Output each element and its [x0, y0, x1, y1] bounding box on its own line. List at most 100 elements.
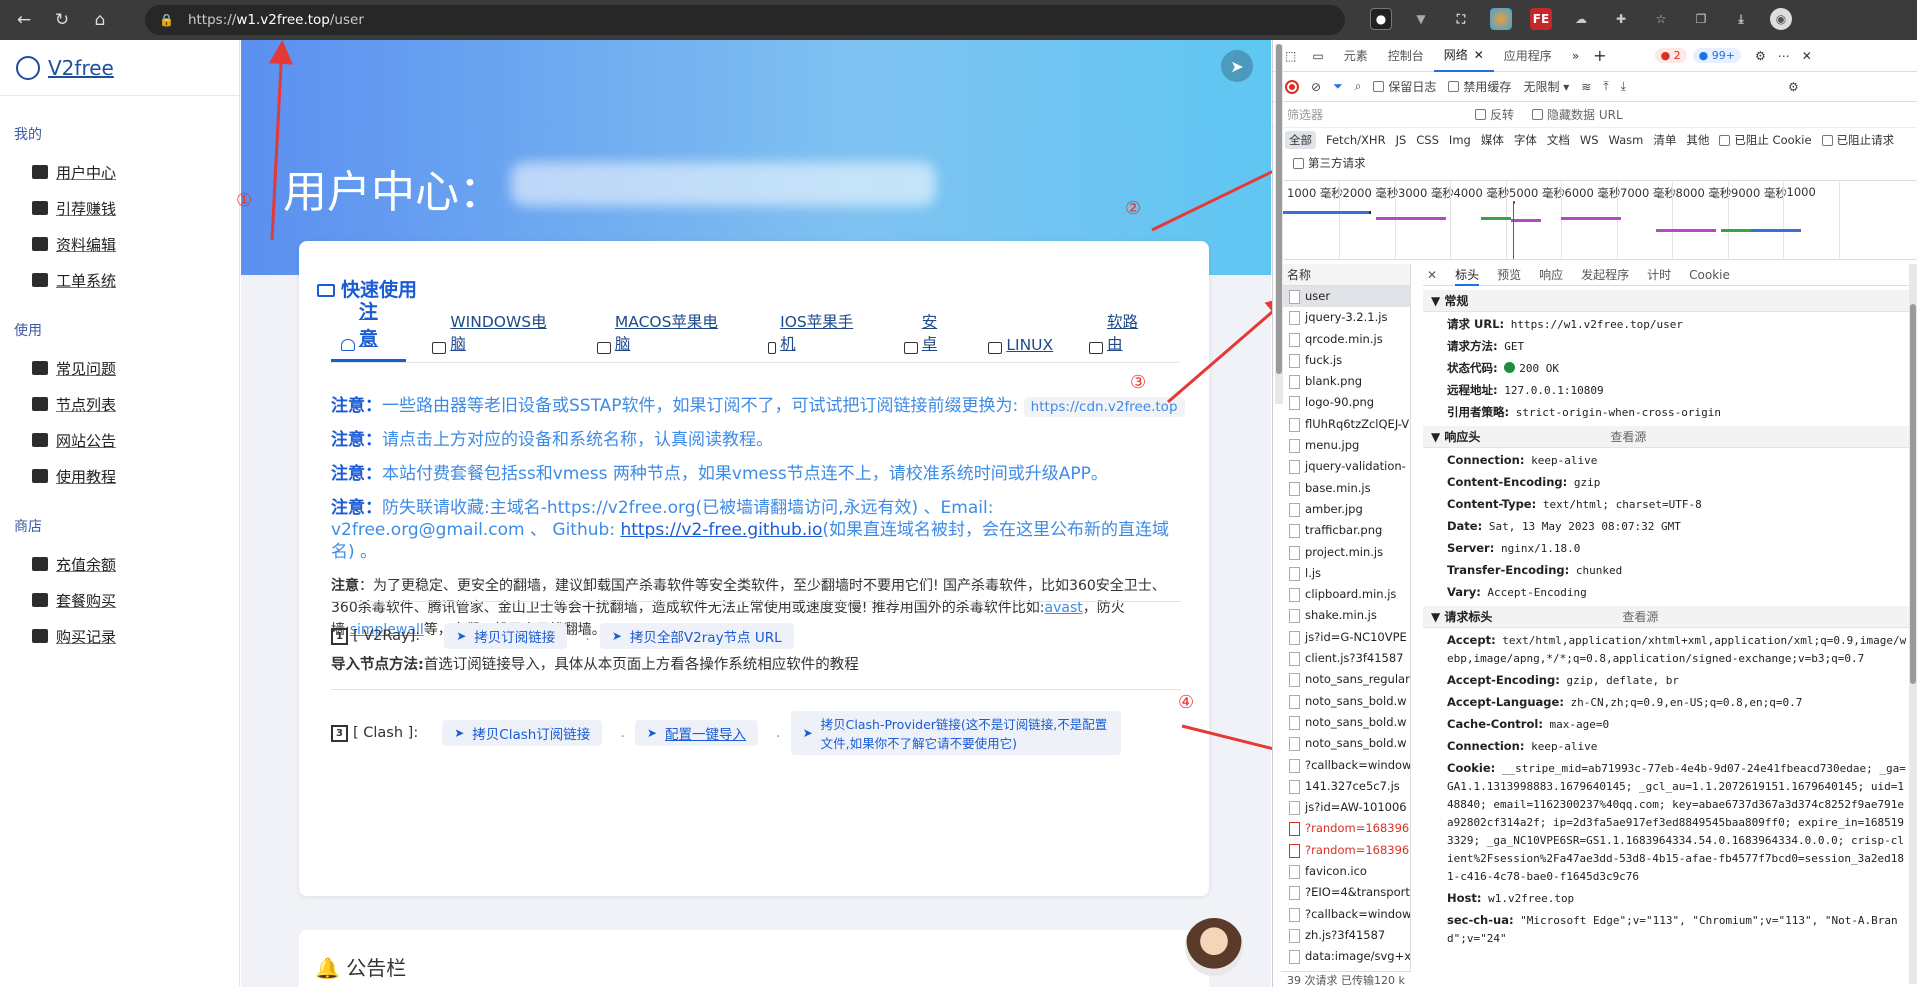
header-key: Accept-Encoding: — [1447, 673, 1560, 687]
request-row[interactable]: logo-90.png — [1281, 392, 1410, 413]
request-row[interactable]: noto_sans_bold.w — [1281, 712, 1410, 733]
request-list: 名称 user jquery-3.2.1.js qrcode.min.js fuck.… — [1281, 264, 1411, 987]
record-icon[interactable] — [1285, 79, 1299, 94]
message-badge[interactable]: ● 99+ — [1692, 48, 1741, 63]
request-row[interactable]: 141.327ce5c7.js — [1281, 776, 1410, 797]
invert-checkbox[interactable]: 反转 — [1475, 106, 1514, 123]
request-row[interactable]: shake.min.js — [1281, 605, 1410, 626]
request-row[interactable]: jquery-3.2.1.js — [1281, 307, 1410, 328]
filter-input[interactable]: 筛选器 — [1287, 106, 1457, 123]
wifi-icon[interactable]: ≋ — [1581, 80, 1591, 94]
more-icon[interactable]: ⋯ — [1778, 49, 1790, 63]
response-headers-section[interactable]: ▼ 响应头 查看源 — [1423, 426, 1917, 448]
type-img[interactable]: Img — [1449, 133, 1471, 147]
more-tabs-icon[interactable]: » — [1572, 49, 1579, 63]
error-badge[interactable]: ● 2 — [1654, 48, 1687, 63]
search-icon[interactable]: ⌕ — [1355, 79, 1362, 94]
close-icon[interactable]: ✕ — [1802, 49, 1812, 63]
header-key: Server: — [1447, 541, 1495, 555]
type-doc[interactable]: 文档 — [1547, 132, 1570, 148]
type-ws[interactable]: WS — [1580, 133, 1599, 147]
settings-icon[interactable]: ⚙ — [1788, 80, 1799, 94]
name-column-header[interactable]: 名称 — [1281, 264, 1410, 286]
plus-icon[interactable]: + — [1593, 46, 1606, 65]
throttle-select[interactable]: 无限制 ▾ — [1523, 78, 1569, 95]
request-row[interactable]: blank.png — [1281, 371, 1410, 392]
third-party-checkbox[interactable]: 第三方请求 — [1293, 155, 1366, 171]
type-manifest[interactable]: 清单 — [1653, 132, 1676, 148]
request-row[interactable]: client.js?3f41587 — [1281, 648, 1410, 669]
blocked-requests-checkbox[interactable]: 已阻止请求 — [1821, 132, 1894, 148]
request-row[interactable]: jquery-validation- — [1281, 456, 1410, 477]
download-icon[interactable]: ⤓ — [1621, 79, 1626, 94]
network-timeline[interactable]: 1000 毫秒 2000 毫秒 3000 毫秒 4000 毫秒 5000 毫秒 6000 … — [1281, 180, 1917, 260]
hide-data-url-checkbox[interactable]: 隐藏数据 URL — [1532, 106, 1623, 123]
filter-icon[interactable]: ⏷ — [1333, 79, 1343, 94]
request-row[interactable]: amber.jpg — [1281, 499, 1410, 520]
device-icon[interactable]: ▭ — [1312, 49, 1323, 63]
tab-cookies[interactable]: Cookie — [1689, 268, 1730, 282]
request-row[interactable]: noto_sans_regular — [1281, 669, 1410, 690]
header-row: 请求 URL: https://w1.v2free.top/user — [1423, 315, 1917, 334]
general-section-header[interactable]: ▼ 常规 — [1423, 290, 1917, 312]
view-source-link[interactable]: 查看源 — [1622, 610, 1658, 624]
tab-headers[interactable]: 标头 — [1455, 264, 1480, 286]
timeline-gridline — [1783, 181, 1784, 259]
header-value: "Microsoft Edge";v="113", "Chromium";v="… — [1447, 914, 1898, 945]
request-row[interactable]: data:image/svg+x — [1281, 946, 1410, 967]
timeline-gridline — [1339, 181, 1340, 259]
request-row[interactable]: favicon.ico — [1281, 861, 1410, 882]
request-row[interactable]: user — [1281, 286, 1410, 308]
close-icon[interactable]: ✕ — [1427, 268, 1437, 282]
tab-elements[interactable]: 元素 — [1334, 40, 1378, 72]
inspect-icon[interactable]: ⬚ — [1285, 49, 1296, 63]
request-row[interactable]: fuck.js — [1281, 350, 1410, 371]
request-row[interactable]: menu.jpg — [1281, 435, 1410, 456]
clear-icon[interactable]: ⊘ — [1311, 80, 1321, 94]
type-all[interactable]: 全部 — [1285, 131, 1316, 149]
tab-preview[interactable]: 预览 — [1497, 266, 1521, 283]
tab-timing[interactable]: 计时 — [1647, 266, 1671, 283]
request-row[interactable]: ?callback=window — [1281, 755, 1410, 776]
tab-initiator[interactable]: 发起程序 — [1581, 266, 1629, 283]
header-value: https://w1.v2free.top/user — [1510, 318, 1683, 331]
settings-icon[interactable]: ⚙ — [1755, 49, 1766, 63]
close-icon[interactable]: ✕ — [1474, 48, 1484, 62]
type-css[interactable]: CSS — [1416, 133, 1439, 147]
type-font[interactable]: 字体 — [1514, 132, 1537, 148]
type-fetch[interactable]: Fetch/XHR — [1326, 133, 1386, 147]
request-row[interactable]: js?id=AW-101006 — [1281, 797, 1410, 818]
type-wasm[interactable]: Wasm — [1609, 133, 1644, 147]
request-row[interactable]: trafficbar.png — [1281, 520, 1410, 541]
request-row[interactable]: l.js — [1281, 563, 1410, 584]
upload-icon[interactable]: ⤒ — [1603, 79, 1608, 94]
request-row[interactable]: ?callback=window — [1281, 904, 1410, 925]
request-row[interactable]: project.min.js — [1281, 542, 1410, 563]
blocked-cookies-checkbox[interactable]: 已阻止 Cookie — [1719, 132, 1812, 148]
checkbox-label: 禁用缓存 — [1463, 80, 1512, 94]
tab-application[interactable]: 应用程序 — [1494, 40, 1562, 72]
request-row[interactable]: noto_sans_bold.w — [1281, 691, 1410, 712]
disable-cache-checkbox[interactable]: 禁用缓存 — [1448, 78, 1511, 95]
request-row[interactable]: base.min.js — [1281, 478, 1410, 499]
request-row[interactable]: js?id=G-NC10VPE — [1281, 627, 1410, 648]
request-row[interactable]: clipboard.min.js — [1281, 584, 1410, 605]
view-source-link[interactable]: 查看源 — [1610, 430, 1646, 444]
request-row[interactable]: ?random=168396 — [1281, 840, 1410, 861]
detail-scrollbar[interactable] — [1909, 264, 1917, 984]
request-row[interactable]: qrcode.min.js — [1281, 329, 1410, 350]
request-row[interactable]: zh.js?3f41587 — [1281, 925, 1410, 946]
request-row[interactable]: ?EIO=4&transport — [1281, 882, 1410, 903]
tab-network[interactable]: 网络 ✕ — [1433, 40, 1494, 72]
type-media[interactable]: 媒体 — [1481, 132, 1504, 148]
type-js[interactable]: JS — [1396, 133, 1407, 147]
preserve-log-checkbox[interactable]: 保留日志 — [1373, 78, 1436, 95]
request-headers-section[interactable]: ▼ 请求标头 查看源 — [1423, 606, 1917, 628]
request-row[interactable]: flUhRq6tzZclQEJ-V — [1281, 414, 1410, 435]
page-scrollbar[interactable] — [1275, 44, 1283, 404]
tab-response[interactable]: 响应 — [1539, 266, 1563, 283]
request-row[interactable]: ?random=168396 — [1281, 818, 1410, 839]
request-row[interactable]: noto_sans_bold.w — [1281, 733, 1410, 754]
tab-console[interactable]: 控制台 — [1378, 40, 1434, 72]
type-other[interactable]: 其他 — [1686, 132, 1709, 148]
